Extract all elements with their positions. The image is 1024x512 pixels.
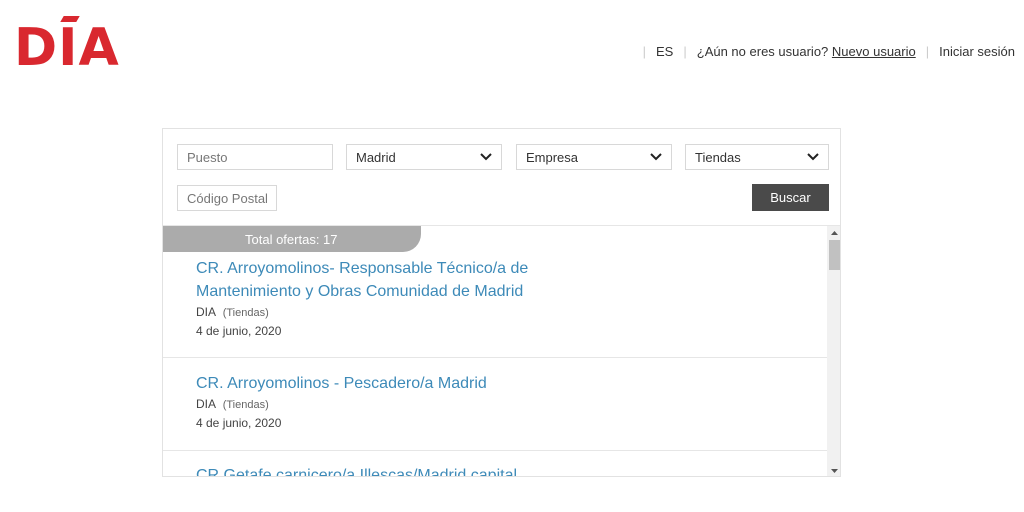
chevron-down-icon <box>807 153 819 161</box>
job-list-item[interactable]: CR Getafe carnicero/a Illescas/Madrid ca… <box>163 464 827 476</box>
store-type-select-value: Tiendas <box>695 149 741 165</box>
logo-accent <box>60 16 80 22</box>
location-select-value: Madrid <box>356 149 396 165</box>
job-results-list[interactable]: CR. Arroyomolinos- Responsable Técnico/a… <box>163 226 827 476</box>
login-link[interactable]: Iniciar sesión <box>939 44 1015 59</box>
job-company-name: DIA <box>196 397 216 411</box>
scrollbar-thumb[interactable] <box>829 240 840 270</box>
language-selector[interactable]: ES <box>656 44 673 59</box>
job-list-item[interactable]: CR. Arroyomolinos - Pescadero/a Madrid D… <box>163 372 827 451</box>
nav-separator: | <box>642 44 647 59</box>
job-title-link[interactable]: CR. Arroyomolinos - Pescadero/a Madrid <box>196 372 556 395</box>
job-list-item[interactable]: CR. Arroyomolinos- Responsable Técnico/a… <box>163 257 827 358</box>
chevron-down-icon <box>480 153 492 161</box>
location-select[interactable]: Madrid <box>346 144 502 170</box>
job-date: 4 de junio, 2020 <box>196 416 282 430</box>
top-navigation: | ES | ¿Aún no eres usuario? Nuevo usuar… <box>633 44 1015 59</box>
job-title-link[interactable]: CR. Arroyomolinos- Responsable Técnico/a… <box>196 257 556 303</box>
register-prompt: ¿Aún no eres usuario? <box>696 44 829 59</box>
job-category: (Tiendas) <box>222 307 269 319</box>
arrow-up-icon[interactable] <box>827 226 840 240</box>
company-select-value: Empresa <box>526 149 579 165</box>
job-date: 4 de junio, 2020 <box>196 324 282 338</box>
company-select[interactable]: Empresa <box>516 144 672 170</box>
chevron-down-icon <box>650 153 662 161</box>
results-scrollbar[interactable] <box>827 226 840 476</box>
postal-code-input[interactable] <box>177 185 277 211</box>
nav-separator: | <box>925 44 930 59</box>
job-company: DIA (Tiendas) <box>196 305 827 319</box>
new-user-link[interactable]: Nuevo usuario <box>832 44 916 59</box>
job-search-panel: Madrid Empresa Tiendas Buscar CR. Arroyo… <box>162 128 841 477</box>
search-button[interactable]: Buscar <box>752 184 829 211</box>
job-title-link[interactable]: CR Getafe carnicero/a Illescas/Madrid ca… <box>196 464 796 476</box>
job-company-name: DIA <box>196 305 216 319</box>
job-category: (Tiendas) <box>222 399 269 411</box>
job-company: DIA (Tiendas) <box>196 397 827 411</box>
nav-separator: | <box>683 44 687 59</box>
store-type-select[interactable]: Tiendas <box>685 144 829 170</box>
arrow-down-icon[interactable] <box>827 464 840 476</box>
dia-logo[interactable]: D IA <box>14 16 120 74</box>
position-input[interactable] <box>177 144 333 170</box>
total-offers-badge: Total ofertas: 17 <box>163 226 421 252</box>
